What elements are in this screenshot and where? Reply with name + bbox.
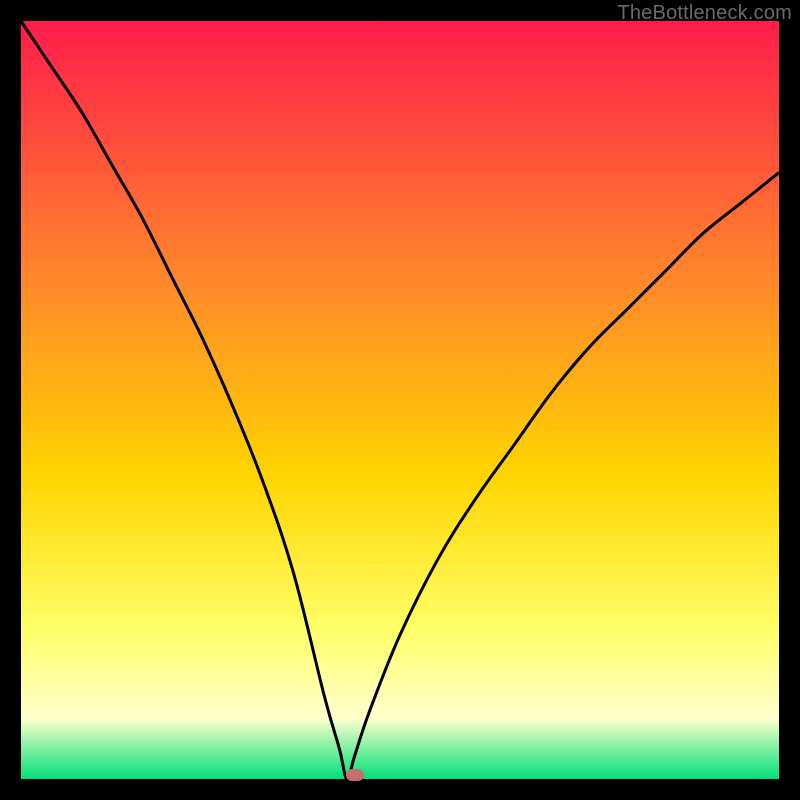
gradient-background [21, 21, 779, 779]
bottleneck-chart [21, 21, 779, 779]
optimum-marker [346, 769, 364, 781]
watermark-label: TheBottleneck.com [617, 2, 792, 25]
chart-frame [21, 21, 779, 779]
